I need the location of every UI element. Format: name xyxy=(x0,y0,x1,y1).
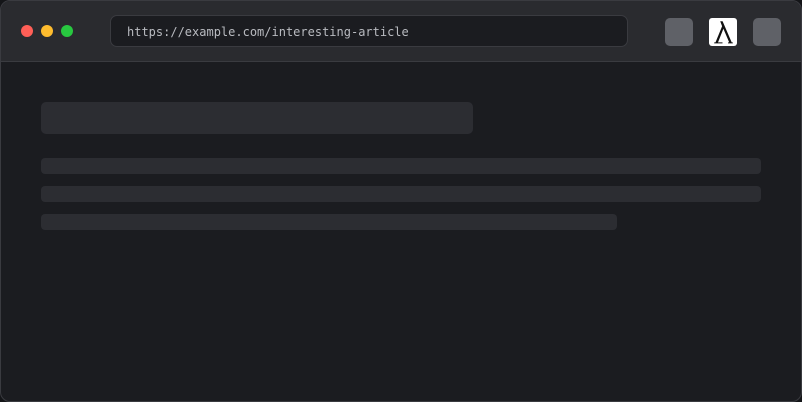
maximize-window-button[interactable] xyxy=(61,25,73,37)
toolbar-button[interactable] xyxy=(753,18,781,46)
address-bar[interactable]: https://example.com/interesting-article xyxy=(110,15,628,47)
skeleton-text-line xyxy=(41,186,761,202)
skeleton-text-line xyxy=(41,214,617,230)
extension-button[interactable] xyxy=(709,18,737,46)
skeleton-text-line xyxy=(41,158,761,174)
address-bar-url: https://example.com/interesting-article xyxy=(127,25,409,39)
lambda-logo-icon xyxy=(714,21,733,44)
close-window-button[interactable] xyxy=(21,25,33,37)
browser-window: https://example.com/interesting-article xyxy=(0,0,802,402)
minimize-window-button[interactable] xyxy=(41,25,53,37)
browser-titlebar: https://example.com/interesting-article xyxy=(1,1,801,62)
skeleton-title xyxy=(41,102,473,134)
toolbar-button[interactable] xyxy=(665,18,693,46)
